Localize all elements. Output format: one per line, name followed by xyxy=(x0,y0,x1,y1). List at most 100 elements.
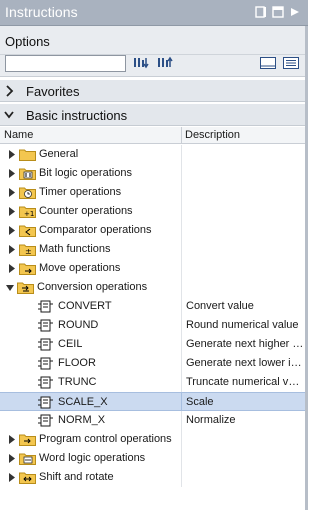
instruction-box-icon xyxy=(38,414,53,427)
tree-group-shift-rotate[interactable]: Shift and rotate xyxy=(0,468,308,487)
column-header-description[interactable]: Description xyxy=(185,129,240,141)
column-divider xyxy=(181,468,182,487)
restore-icon[interactable] xyxy=(271,5,285,19)
comparator-icon xyxy=(19,225,36,237)
expand-triangle-icon[interactable] xyxy=(8,264,16,273)
column-divider xyxy=(181,221,182,240)
column-divider xyxy=(181,240,182,259)
instruction-name: FLOOR xyxy=(58,357,96,369)
math-icon: ± xyxy=(19,244,36,256)
program-control-icon xyxy=(19,434,36,446)
instruction-description: Round numerical value xyxy=(186,319,299,331)
tree-instruction-trunc[interactable]: TRUNC Truncate numerical value xyxy=(0,373,308,392)
column-divider xyxy=(181,145,182,164)
instruction-box-icon xyxy=(38,319,53,332)
tree-group-label: Program control operations xyxy=(39,433,172,445)
minimize-icon[interactable] xyxy=(288,5,302,19)
instruction-description: Generate next higher integer xyxy=(186,338,304,350)
column-headers: Name Description xyxy=(0,127,308,144)
column-header-name[interactable]: Name xyxy=(4,129,33,141)
list-view-icon[interactable] xyxy=(259,55,277,71)
collapse-triangle-icon[interactable] xyxy=(6,283,14,292)
column-divider xyxy=(181,354,182,373)
tree-group-label: Timer operations xyxy=(39,186,122,198)
column-divider xyxy=(181,430,182,449)
favorites-title: Favorites xyxy=(26,84,80,99)
chevron-down-icon[interactable] xyxy=(4,109,14,121)
panel-title: Instructions xyxy=(5,4,78,20)
expand-triangle-icon[interactable] xyxy=(8,245,16,254)
tree-group-timer[interactable]: Timer operations xyxy=(0,183,308,202)
tree-group-general[interactable]: General xyxy=(0,145,308,164)
tree-group-conversion[interactable]: Conversion operations xyxy=(0,278,308,297)
expand-triangle-icon[interactable] xyxy=(8,473,16,482)
instruction-description: Scale xyxy=(186,396,214,408)
instruction-description: Generate next lower integer xyxy=(186,357,304,369)
chevron-right-icon[interactable] xyxy=(4,85,14,97)
timer-icon xyxy=(19,187,36,199)
tree-instruction-round[interactable]: ROUND Round numerical value xyxy=(0,316,308,335)
basic-instructions-title: Basic instructions xyxy=(26,108,128,123)
column-divider xyxy=(181,297,182,316)
tree-group-label: Move operations xyxy=(39,262,121,274)
instruction-name: ROUND xyxy=(58,319,99,331)
column-divider xyxy=(181,449,182,468)
instruction-box-icon xyxy=(38,338,53,351)
basic-instructions-section-header[interactable]: Basic instructions xyxy=(0,104,308,126)
instruction-name: TRUNC xyxy=(58,376,97,388)
instruction-description: Convert value xyxy=(186,300,254,312)
counter-icon: +1 xyxy=(19,206,36,218)
instruction-name: SCALE_X xyxy=(58,396,108,408)
search-up-icon[interactable] xyxy=(157,55,175,71)
tree-instruction-floor[interactable]: FLOOR Generate next lower integer xyxy=(0,354,308,373)
expand-triangle-icon[interactable] xyxy=(8,435,16,444)
detail-view-icon[interactable] xyxy=(282,55,300,71)
tree-group-math[interactable]: ± Math functions xyxy=(0,240,308,259)
column-divider xyxy=(181,164,182,183)
expand-triangle-icon[interactable] xyxy=(8,226,16,235)
expand-triangle-icon[interactable] xyxy=(8,454,16,463)
tree-group-bit-logic[interactable]: Bit logic operations xyxy=(0,164,308,183)
tree-group-label: Math functions xyxy=(39,243,111,255)
instruction-description: Normalize xyxy=(186,414,236,426)
expand-triangle-icon[interactable] xyxy=(8,169,16,178)
tree-group-comparator[interactable]: Comparator operations xyxy=(0,221,308,240)
panel-titlebar: Instructions xyxy=(0,0,308,26)
column-divider[interactable] xyxy=(181,127,182,143)
options-label: Options xyxy=(5,34,50,49)
tree-instruction-ceil[interactable]: CEIL Generate next higher integer xyxy=(0,335,308,354)
favorites-section-header[interactable]: Favorites xyxy=(0,80,308,102)
tree-instruction-norm-x[interactable]: NORM_X Normalize xyxy=(0,411,308,430)
panel-right-border[interactable] xyxy=(305,26,308,510)
expand-triangle-icon[interactable] xyxy=(8,207,16,216)
word-logic-icon xyxy=(19,453,36,465)
conversion-icon xyxy=(17,282,34,294)
column-divider xyxy=(181,278,182,297)
tree-group-label: General xyxy=(39,148,79,160)
tree-instruction-convert[interactable]: CONVERT Convert value xyxy=(0,297,308,316)
column-divider xyxy=(181,183,182,202)
move-icon xyxy=(19,263,36,275)
instruction-description: Truncate numerical value xyxy=(186,376,304,388)
tree-group-label: Shift and rotate xyxy=(39,471,114,483)
tree-group-label: Conversion operations xyxy=(37,281,148,293)
svg-text:±: ± xyxy=(25,247,32,256)
tree-group-word-logic[interactable]: Word logic operations xyxy=(0,449,308,468)
tree-group-move[interactable]: Move operations xyxy=(0,259,308,278)
tree-group-label: Counter operations xyxy=(39,205,133,217)
instruction-name: CEIL xyxy=(58,338,83,350)
tree-group-counter[interactable]: +1 Counter operations xyxy=(0,202,308,221)
tree-group-program-control[interactable]: Program control operations xyxy=(0,430,308,449)
instruction-box-icon xyxy=(38,396,53,409)
column-divider xyxy=(181,335,182,354)
column-divider xyxy=(181,373,182,392)
tree-instruction-scale-x[interactable]: SCALE_X Scale xyxy=(0,392,308,412)
column-divider xyxy=(181,393,182,412)
expand-triangle-icon[interactable] xyxy=(8,150,16,159)
search-input[interactable] xyxy=(5,55,126,72)
search-down-icon[interactable] xyxy=(133,55,151,71)
column-divider xyxy=(181,259,182,278)
shift-rotate-icon xyxy=(19,472,36,484)
expand-triangle-icon[interactable] xyxy=(8,188,16,197)
pin-icon[interactable] xyxy=(254,5,268,19)
